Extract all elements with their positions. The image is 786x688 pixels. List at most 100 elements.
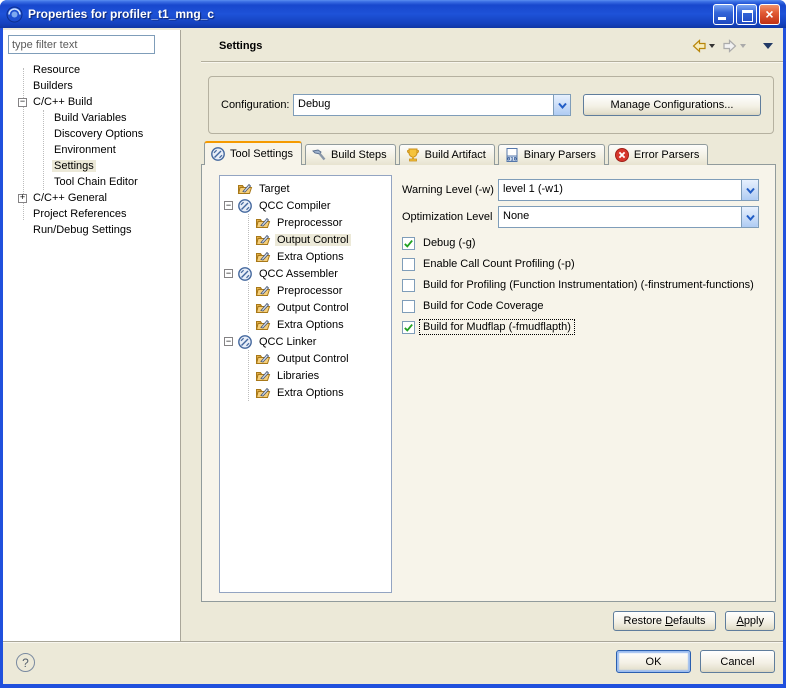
apply-button[interactable]: Apply bbox=[725, 611, 775, 631]
tool-tree-item-assembler-extra-options[interactable]: Extra Options bbox=[249, 316, 391, 333]
tool-tree-item-qcc-compiler[interactable]: QCC Compiler bbox=[220, 197, 391, 214]
dialog-button-bar: ? OK Cancel bbox=[3, 641, 783, 684]
titlebar[interactable]: Properties for profiler_t1_mng_c × bbox=[0, 0, 786, 28]
dialog-body: Resource Builders C/C++ Build Build Vari… bbox=[3, 28, 783, 684]
expand-expander-icon[interactable] bbox=[18, 194, 27, 203]
checkbox-box[interactable] bbox=[402, 258, 415, 271]
warning-level-label: Warning Level (-w) bbox=[402, 184, 498, 196]
page-title: Settings bbox=[219, 40, 689, 52]
tree-item-settings[interactable]: Settings bbox=[44, 158, 180, 174]
tool-tree-item-compiler-extra-options[interactable]: Extra Options bbox=[249, 248, 391, 265]
tool-tree-item-compiler-preprocessor[interactable]: Preprocessor bbox=[249, 214, 391, 231]
checkbox-box[interactable] bbox=[402, 321, 415, 334]
check-icon bbox=[403, 322, 414, 333]
tool-tree-item-assembler-output-control[interactable]: Output Control bbox=[249, 299, 391, 316]
view-menu-icon[interactable] bbox=[763, 43, 773, 49]
back-menu-caret-icon[interactable] bbox=[709, 44, 715, 48]
checkbox-box[interactable] bbox=[402, 279, 415, 292]
binary-file-icon: 010 bbox=[504, 147, 520, 163]
tree-item-environment[interactable]: Environment bbox=[44, 142, 180, 158]
category-icon bbox=[255, 385, 271, 401]
close-button[interactable]: × bbox=[759, 4, 780, 25]
filter-input[interactable] bbox=[8, 35, 155, 54]
tool-tree-item-linker-libraries[interactable]: Libraries bbox=[249, 367, 391, 384]
tool-tree-item-qcc-linker[interactable]: QCC Linker bbox=[220, 333, 391, 350]
page-header: Settings bbox=[201, 30, 783, 62]
category-icon bbox=[255, 317, 271, 333]
tab-build-steps[interactable]: Build Steps bbox=[305, 144, 396, 165]
properties-tree: Resource Builders C/C++ Build Build Vari… bbox=[3, 60, 180, 238]
tab-tool-settings[interactable]: Tool Settings bbox=[204, 141, 302, 165]
configuration-group: Configuration: Debug Manage Configuratio… bbox=[208, 76, 774, 134]
tool-tree-item-compiler-output-control[interactable]: Output Control bbox=[249, 231, 391, 248]
settings-page: Settings bbox=[201, 30, 783, 641]
tree-item-builders[interactable]: Builders bbox=[3, 78, 180, 94]
collapse-expander-icon[interactable] bbox=[224, 269, 233, 278]
configuration-label: Configuration: bbox=[221, 99, 293, 111]
checkbox-code-coverage[interactable]: Build for Code Coverage bbox=[402, 296, 759, 316]
chevron-down-icon[interactable] bbox=[741, 180, 758, 200]
tool-options-tree: Target QCC Compiler Preprocessor bbox=[219, 175, 392, 593]
left-navigation-panel: Resource Builders C/C++ Build Build Vari… bbox=[3, 30, 181, 641]
cancel-button[interactable]: Cancel bbox=[700, 650, 775, 673]
tab-error-parsers[interactable]: Error Parsers bbox=[608, 144, 708, 165]
restore-defaults-button[interactable]: Restore Defaults bbox=[613, 611, 717, 631]
tool-tree-item-target[interactable]: Target bbox=[220, 180, 391, 197]
tool-icon bbox=[237, 198, 253, 214]
tool-tree-item-linker-extra-options[interactable]: Extra Options bbox=[249, 384, 391, 401]
category-icon bbox=[255, 249, 271, 265]
svg-text:010: 010 bbox=[507, 157, 517, 163]
tool-icon bbox=[237, 334, 253, 350]
collapse-expander-icon[interactable] bbox=[18, 98, 27, 107]
tree-item-run-debug-settings[interactable]: Run/Debug Settings bbox=[3, 222, 180, 238]
collapse-expander-icon[interactable] bbox=[224, 337, 233, 346]
error-icon bbox=[614, 147, 630, 163]
maximize-button[interactable] bbox=[736, 4, 757, 25]
properties-dialog: Properties for profiler_t1_mng_c × Resou… bbox=[0, 0, 786, 688]
ok-button[interactable]: OK bbox=[616, 650, 691, 673]
collapse-expander-icon[interactable] bbox=[224, 201, 233, 210]
configuration-select[interactable]: Debug bbox=[293, 94, 571, 116]
tool-tree-item-assembler-preprocessor[interactable]: Preprocessor bbox=[249, 282, 391, 299]
tool-tree-item-linker-output-control[interactable]: Output Control bbox=[249, 350, 391, 367]
tab-build-artifact[interactable]: Build Artifact bbox=[399, 144, 495, 165]
help-icon[interactable]: ? bbox=[16, 653, 35, 672]
chevron-down-icon[interactable] bbox=[741, 207, 758, 227]
manage-configurations-button[interactable]: Manage Configurations... bbox=[583, 94, 761, 116]
forward-arrow-icon bbox=[722, 39, 738, 53]
checkbox-debug[interactable]: Debug (-g) bbox=[402, 233, 759, 253]
tree-item-cpp-general[interactable]: C/C++ General bbox=[3, 190, 180, 206]
chevron-down-icon[interactable] bbox=[553, 95, 570, 115]
tree-item-cpp-build[interactable]: C/C++ Build bbox=[3, 94, 180, 110]
tool-settings-panel: Target QCC Compiler Preprocessor bbox=[201, 164, 776, 602]
forward-menu-caret-icon[interactable] bbox=[740, 44, 746, 48]
category-icon bbox=[255, 232, 271, 248]
tree-item-resource[interactable]: Resource bbox=[3, 62, 180, 78]
checkbox-box[interactable] bbox=[402, 237, 415, 250]
window-title: Properties for profiler_t1_mng_c bbox=[28, 7, 713, 21]
back-arrow-icon bbox=[691, 39, 707, 53]
checkbox-build-for-profiling[interactable]: Build for Profiling (Function Instrument… bbox=[402, 275, 759, 295]
tree-item-build-variables[interactable]: Build Variables bbox=[44, 110, 180, 126]
tab-binary-parsers[interactable]: 010 Binary Parsers bbox=[498, 144, 605, 165]
forward-button[interactable] bbox=[720, 38, 748, 54]
checkbox-box[interactable] bbox=[402, 300, 415, 313]
category-icon bbox=[255, 215, 271, 231]
warning-level-select[interactable]: level 1 (-w1) bbox=[498, 179, 759, 201]
checkbox-build-for-mudflap[interactable]: Build for Mudflap (-fmudflapth) bbox=[402, 317, 759, 337]
category-icon bbox=[255, 351, 271, 367]
optimization-level-select[interactable]: None bbox=[498, 206, 759, 228]
category-icon bbox=[255, 283, 271, 299]
tree-item-project-references[interactable]: Project References bbox=[3, 206, 180, 222]
optimization-level-label: Optimization Level bbox=[402, 211, 498, 223]
tree-item-discovery-options[interactable]: Discovery Options bbox=[44, 126, 180, 142]
eclipse-app-icon bbox=[6, 6, 23, 23]
minimize-button[interactable] bbox=[713, 4, 734, 25]
tree-item-tool-chain-editor[interactable]: Tool Chain Editor bbox=[44, 174, 180, 190]
checkbox-call-count-profiling[interactable]: Enable Call Count Profiling (-p) bbox=[402, 254, 759, 274]
category-icon bbox=[255, 368, 271, 384]
hammer-icon bbox=[311, 147, 327, 163]
back-button[interactable] bbox=[689, 38, 717, 54]
tool-tree-item-qcc-assembler[interactable]: QCC Assembler bbox=[220, 265, 391, 282]
category-icon bbox=[255, 300, 271, 316]
